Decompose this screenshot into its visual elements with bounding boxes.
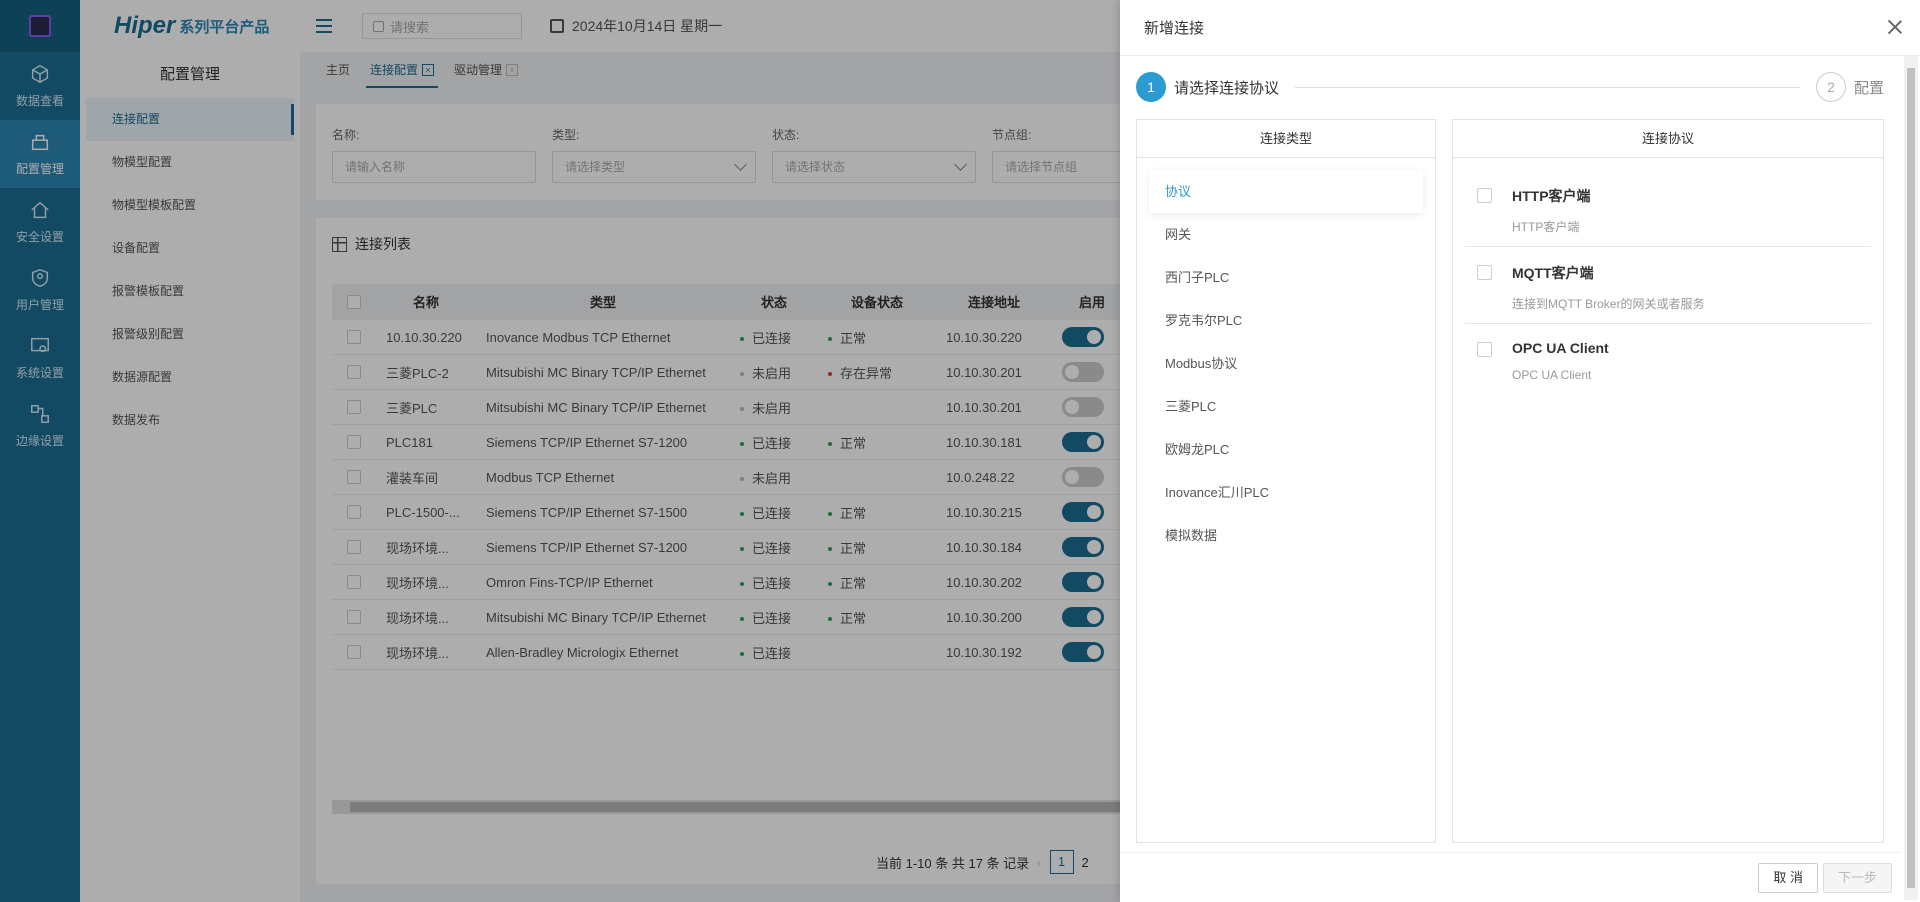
protocol-description: OPC UA Client [1512, 368, 1592, 382]
step-divider [1295, 86, 1800, 88]
protocol-text: MQTT客户端连接到MQTT Broker的网关或者服务 [1512, 263, 1704, 323]
next-step-button[interactable]: 下一步 [1822, 863, 1892, 893]
drawer-header: 新增连接 [1120, 0, 1920, 56]
protocol-description: HTTP客户端 [1512, 220, 1580, 234]
protocol-checkbox[interactable] [1477, 342, 1492, 357]
protocol-item[interactable]: OPC UA Client OPC UA Client [1465, 324, 1871, 401]
connection-type-item[interactable]: 西门子PLC [1149, 256, 1423, 299]
drawer-footer: 取 消 下一步 [1120, 852, 1900, 902]
protocol-checkbox[interactable] [1477, 188, 1492, 203]
protocol-column: 连接协议 HTTP客户端 HTTP客户端 MQTT客户端连接到MQTT Broker… [1452, 119, 1884, 843]
connection-type-item[interactable]: Inovance汇川PLC [1149, 471, 1423, 514]
connection-type-header: 连接类型 [1137, 120, 1435, 158]
connection-type-item[interactable]: 模拟数据 [1149, 514, 1423, 557]
protocol-checkbox[interactable] [1477, 265, 1492, 280]
protocol-header: 连接协议 [1453, 120, 1883, 158]
protocol-title: HTTP客户端 [1512, 188, 1591, 204]
step-2-circle: 2 [1815, 72, 1846, 102]
close-icon[interactable] [1888, 20, 1902, 34]
cancel-button[interactable]: 取 消 [1758, 863, 1818, 893]
connection-type-column: 连接类型 协议 网关 西门子PLC 罗克韦尔PLC Modbus协议 三菱PLC 欧姆龙PL… [1136, 119, 1436, 843]
connection-type-item[interactable]: 协议 [1149, 170, 1423, 213]
step-1-label: 请选择连接协议 [1174, 79, 1280, 97]
connection-type-item[interactable]: 欧姆龙PLC [1149, 428, 1423, 471]
protocol-title: OPC UA Client [1512, 340, 1609, 356]
protocol-description: 连接到MQTT Broker的网关或者服务 [1512, 297, 1705, 311]
step-2-label: 配置 [1853, 79, 1884, 97]
add-connection-drawer: 新增连接 1 请选择连接协议 2 配置 连接类型 协议 网关 西门子PLC 罗克韦尔P… [1120, 0, 1920, 902]
protocol-text: HTTP客户端 HTTP客户端 [1512, 186, 1591, 246]
protocol-item[interactable]: HTTP客户端 HTTP客户端 [1465, 170, 1871, 247]
protocol-item[interactable]: MQTT客户端连接到MQTT Broker的网关或者服务 [1465, 247, 1871, 324]
connection-type-item[interactable]: Modbus协议 [1149, 342, 1423, 385]
step-1-circle: 1 [1136, 72, 1166, 102]
connection-type-item[interactable]: 网关 [1149, 213, 1423, 256]
connection-type-item[interactable]: 罗克韦尔PLC [1149, 299, 1423, 342]
protocol-text: OPC UA Client OPC UA Client [1512, 340, 1609, 401]
protocol-title: MQTT客户端 [1512, 265, 1594, 281]
vertical-scrollbar[interactable] [1904, 56, 1918, 900]
stepper: 1 请选择连接协议 2 配置 [1136, 72, 1884, 102]
modal-overlay[interactable] [0, 0, 1120, 902]
connection-type-item[interactable]: 三菱PLC [1149, 385, 1423, 428]
drawer-title: 新增连接 [1144, 20, 1205, 37]
